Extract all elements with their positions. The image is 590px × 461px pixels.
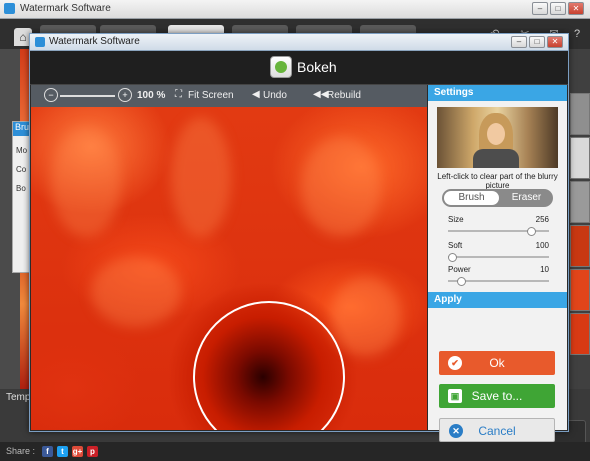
settings-header: Settings (428, 85, 567, 101)
templates-label: Temp (6, 392, 31, 403)
size-value: 256 (535, 215, 549, 224)
brush-eraser-toggle[interactable]: Brush Eraser (442, 189, 553, 207)
pinterest-icon[interactable]: p (87, 446, 98, 457)
share-bar: Share : f t g+ p (0, 442, 590, 461)
maximize-icon[interactable]: □ (550, 2, 566, 15)
bokeh-logo-icon (270, 56, 292, 78)
soft-label: Soft (448, 241, 463, 250)
dialog-header: Bokeh (30, 51, 568, 85)
outer-left-panel: Bru Mo Co Bo (0, 49, 34, 389)
app-logo-icon (35, 37, 45, 47)
blurred-petal (331, 277, 401, 357)
share-label: Share : (6, 446, 36, 456)
outer-thumbnail[interactable] (570, 269, 590, 311)
soft-slider[interactable] (448, 253, 549, 262)
cancel-button[interactable]: ✕ Cancel (439, 418, 555, 442)
fit-screen-icon: ⛶ (175, 89, 182, 100)
eraser-option[interactable]: Eraser (500, 189, 553, 207)
ok-button-label: Ok (489, 356, 505, 370)
power-slider-handle[interactable] (457, 277, 467, 286)
facebook-icon[interactable]: f (42, 446, 53, 457)
image-toolbar: − + 100 % ⛶ Fit Screen ◀ Undo ◀◀ Rebuild (31, 85, 427, 107)
zoom-in-icon[interactable]: + (118, 88, 132, 102)
minimize-icon[interactable]: – (511, 36, 527, 48)
power-value: 10 (540, 265, 549, 274)
dialog-window-controls: – □ ✕ (511, 36, 563, 48)
app-logo-icon (4, 3, 15, 14)
outer-thumbnail[interactable] (570, 137, 590, 179)
blurred-petal (51, 127, 121, 237)
save-to-button[interactable]: ▣ Save to... (439, 384, 555, 408)
outer-title-bar: Watermark Software – □ ✕ (0, 0, 590, 19)
rebuild-button[interactable]: Rebuild (327, 90, 361, 101)
blurred-petal (171, 117, 231, 237)
power-label: Power (448, 265, 471, 274)
dialog-window-title: Watermark Software (49, 36, 140, 47)
outer-thumbnail[interactable] (570, 93, 590, 135)
apply-header: Apply (428, 292, 567, 308)
outer-thumbnail[interactable] (570, 225, 590, 267)
dialog-title-bar: Watermark Software – □ ✕ (30, 34, 568, 51)
zoom-out-icon[interactable]: − (44, 88, 58, 102)
soft-slider-handle[interactable] (448, 253, 457, 262)
image-canvas[interactable] (31, 107, 427, 430)
settings-panel: Settings Left-click to clear part of the… (428, 85, 567, 442)
google-plus-icon[interactable]: g+ (72, 446, 83, 457)
zoom-value: 100 % (137, 90, 166, 101)
undo-button[interactable]: Undo (263, 90, 287, 101)
minimize-icon[interactable]: – (532, 2, 548, 15)
brush-option[interactable]: Brush (444, 191, 499, 205)
cancel-button-label: Cancel (478, 424, 516, 438)
close-icon[interactable]: ✕ (547, 36, 563, 48)
outer-window-controls: – □ ✕ (532, 2, 584, 15)
blurred-petal (301, 137, 381, 237)
ok-button[interactable]: ✔ Ok (439, 351, 555, 375)
outer-thumbnail-list (566, 49, 590, 389)
zoom-slider[interactable] (60, 95, 115, 97)
outer-window-title: Watermark Software (20, 3, 111, 14)
brush-cursor-circle (193, 301, 345, 430)
bokeh-dialog: Watermark Software – □ ✕ Bokeh − + 100 %… (29, 33, 569, 442)
outer-thumbnail[interactable] (570, 181, 590, 223)
size-slider-handle[interactable] (527, 227, 537, 236)
undo-arrow-icon: ◀ (252, 89, 260, 100)
maximize-icon[interactable]: □ (529, 36, 545, 48)
fit-screen-button[interactable]: Fit Screen (188, 90, 234, 101)
settings-hint: Left-click to clear part of the blurry p… (437, 172, 558, 190)
twitter-icon[interactable]: t (57, 446, 68, 457)
dialog-header-title: Bokeh (297, 59, 337, 75)
power-slider[interactable] (448, 277, 549, 286)
size-slider[interactable] (448, 227, 549, 236)
blurred-petal (91, 257, 181, 327)
outer-thumbnail[interactable] (570, 313, 590, 355)
preview-thumbnail (437, 107, 558, 168)
size-label: Size (448, 215, 464, 224)
close-icon[interactable]: ✕ (568, 2, 584, 15)
save-to-button-label: Save to... (471, 389, 523, 403)
thumbnail-shirt (473, 149, 519, 168)
help-icon[interactable]: ? (570, 27, 584, 41)
soft-value: 100 (535, 241, 549, 250)
thumbnail-face (487, 123, 505, 145)
